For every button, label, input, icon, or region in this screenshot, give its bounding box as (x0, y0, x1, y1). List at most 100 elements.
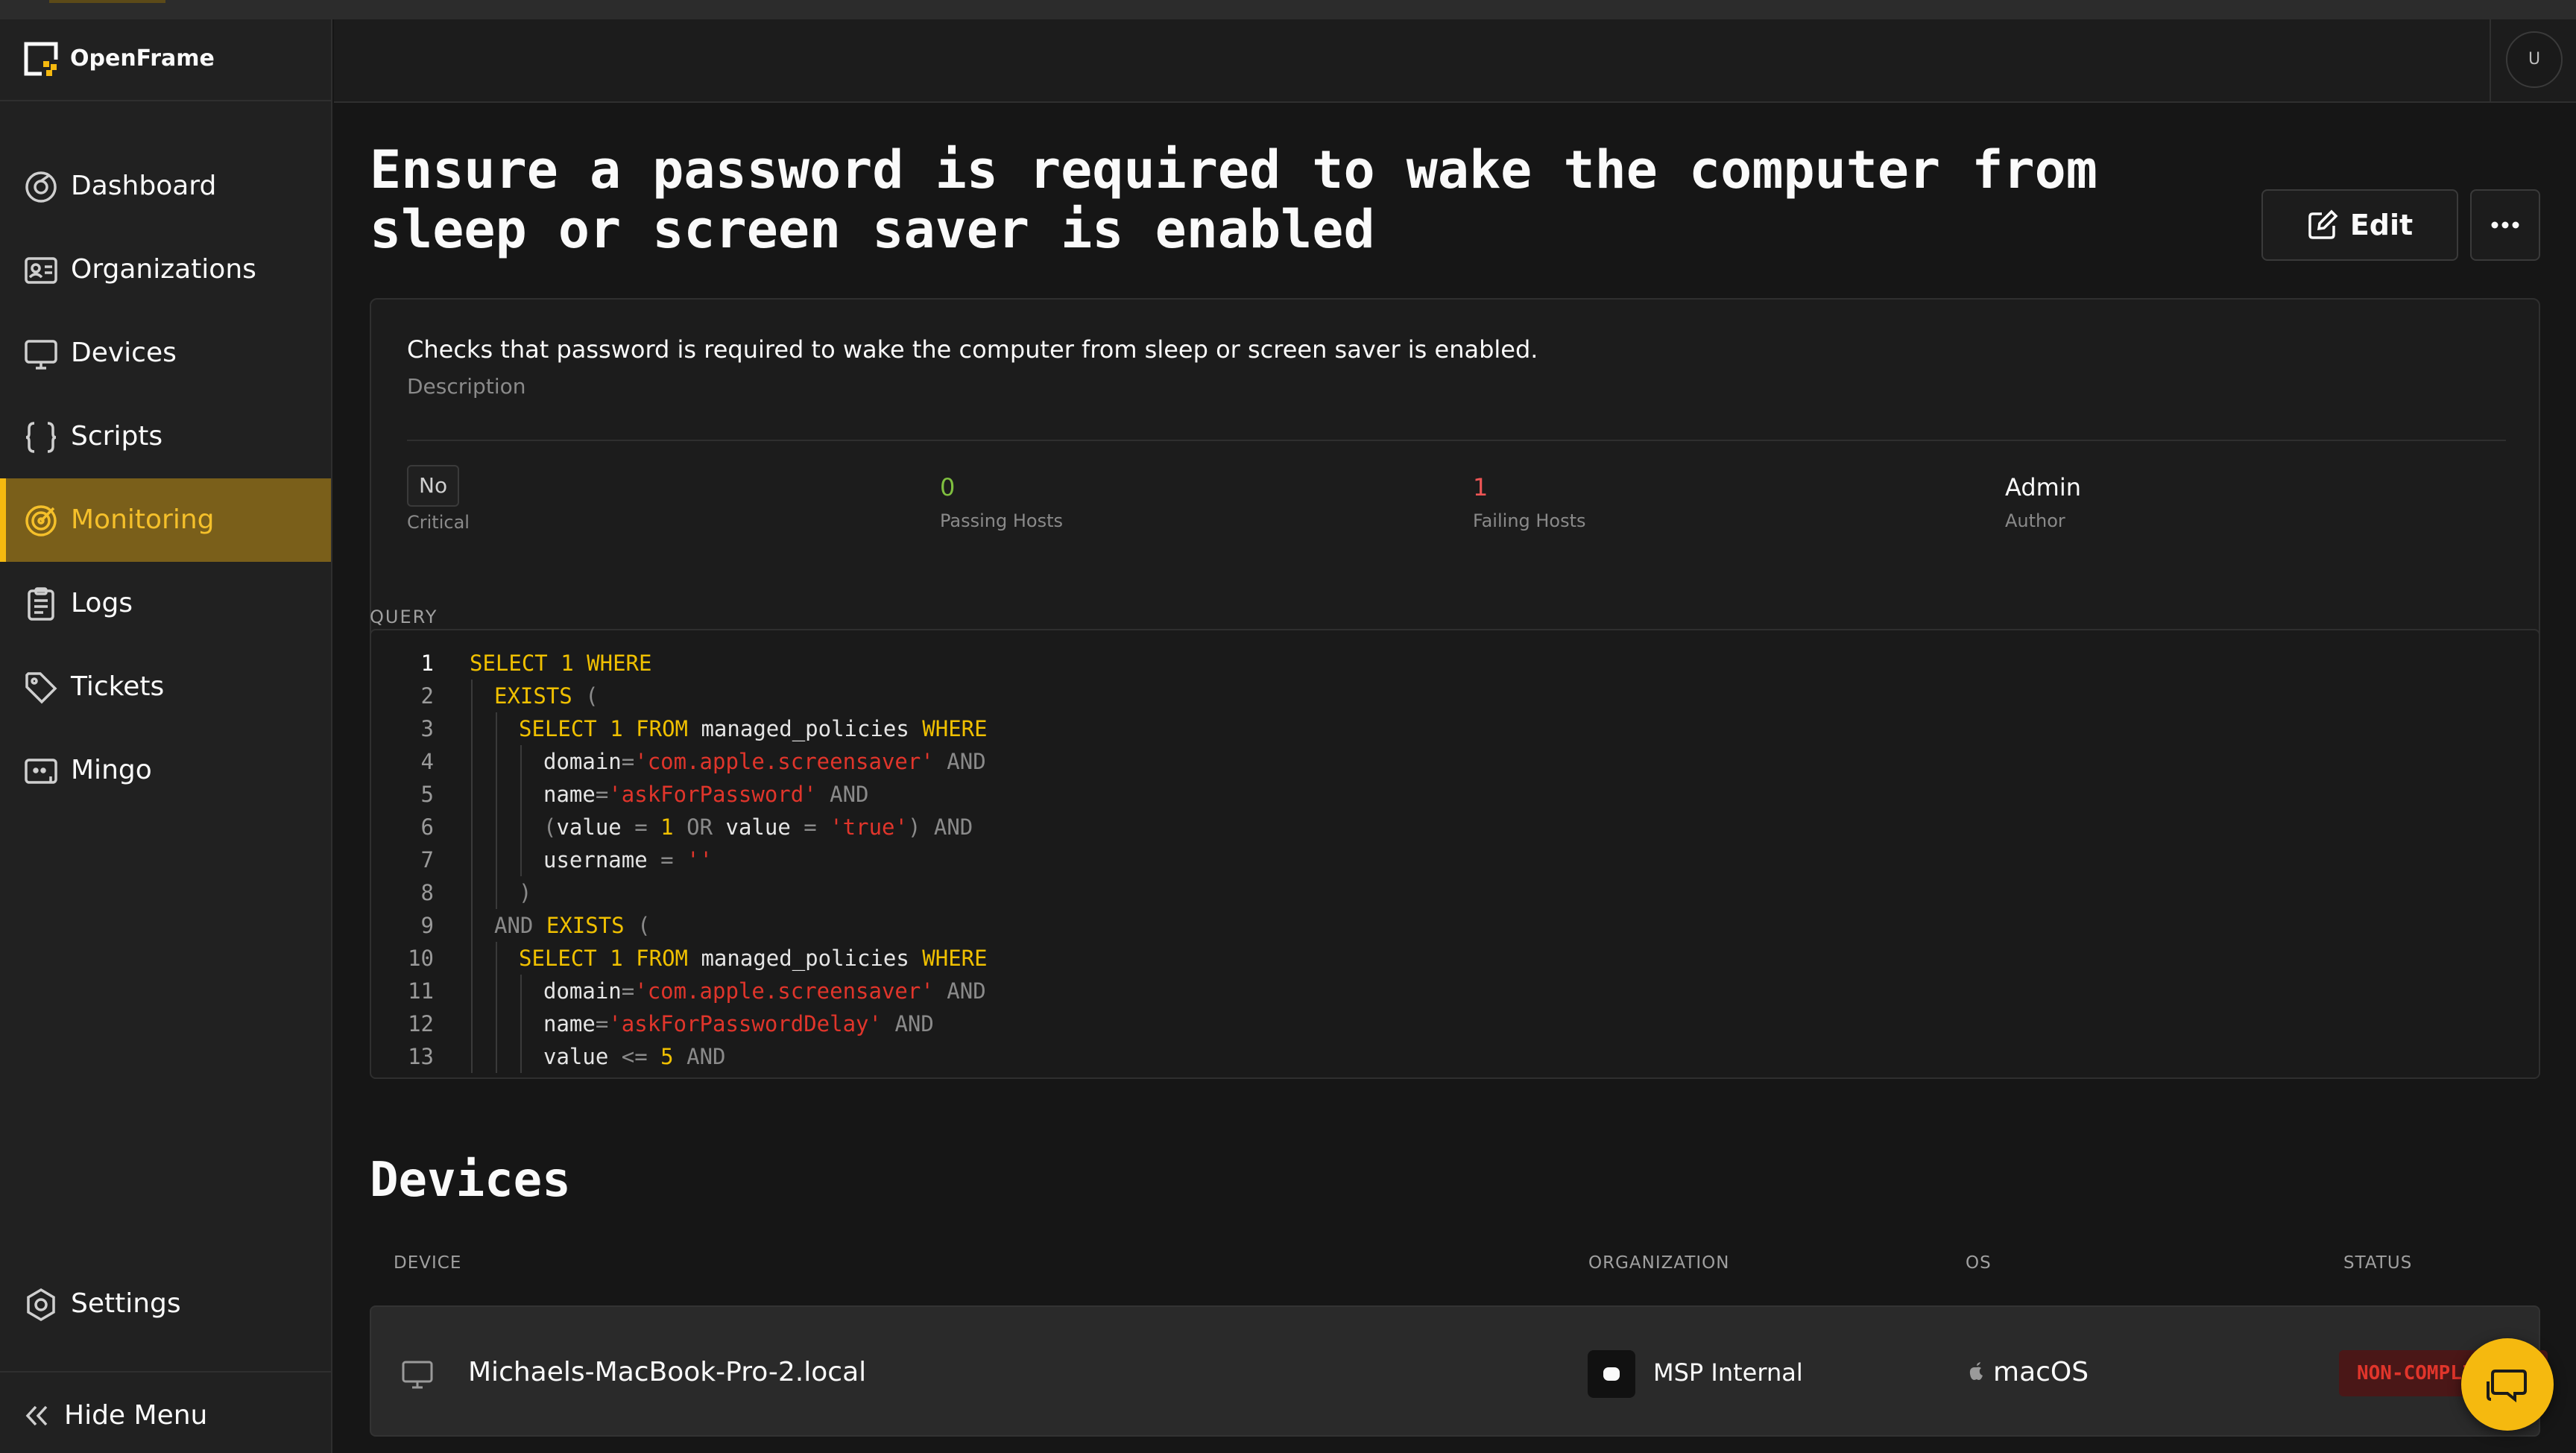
sidebar-item-tickets[interactable]: Tickets (0, 645, 331, 729)
code-text: value <= 5 AND (543, 1044, 726, 1069)
chat-support-button[interactable] (2461, 1338, 2554, 1431)
sidebar-item-monitoring[interactable]: Monitoring (0, 478, 331, 562)
os-name: macOS (1993, 1357, 2089, 1387)
openframe-logo-icon (24, 42, 58, 76)
query-editor[interactable]: 1 SELECT 1 WHERE 2 EXISTS (3 SELECT 1 FROM m… (370, 629, 2540, 1079)
indent-guide (471, 843, 473, 876)
code-line: 3 SELECT 1 FROM managed_policies WHERE (371, 712, 2539, 745)
page-title: Ensure a password is required to wake th… (370, 139, 2097, 260)
line-number: 8 (420, 880, 434, 905)
code-text: (value = 1 OR value = 'true') AND (543, 814, 973, 840)
indent-guide (520, 778, 522, 811)
code-text: SELECT 1 WHERE (470, 650, 652, 676)
sidebar-item-label: Settings (71, 1288, 181, 1319)
organizations-icon (25, 257, 57, 284)
passing-hosts-value: 0 (940, 473, 956, 501)
code-text: AND EXISTS ( (494, 913, 651, 938)
more-options-button[interactable] (2470, 189, 2540, 261)
code-line: 11 domain='com.apple.screensaver' AND (371, 975, 2539, 1007)
code-line: 5 name='askForPassword' AND (371, 778, 2539, 811)
code-line: 2 EXISTS ( (371, 680, 2539, 712)
chat-bot-icon (25, 759, 57, 784)
indent-guide (496, 778, 497, 811)
sidebar-item-organizations[interactable]: Organizations (0, 228, 331, 311)
sidebar-item-label: Tickets (71, 671, 165, 702)
stat-failing-hosts: 1 Failing Hosts (1473, 469, 1586, 534)
target-icon (25, 505, 57, 536)
sidebar-item-scripts[interactable]: Scripts (0, 395, 331, 478)
line-number: 9 (420, 913, 434, 938)
code-line: 8) (371, 876, 2539, 909)
code-line: 7 username = '' (371, 843, 2539, 876)
main-content: Ensure a password is required to wake th… (334, 103, 2576, 1453)
sidebar-item-label: Logs (71, 588, 133, 618)
indent-guide (496, 1007, 497, 1040)
indent-guide (520, 1040, 522, 1073)
topbar-divider (2490, 19, 2491, 101)
code-line: 9 AND EXISTS ( (371, 909, 2539, 942)
indent-guide (471, 680, 473, 712)
table-row[interactable]: Michaels-MacBook-Pro-2.local MSP Interna… (370, 1305, 2548, 1437)
sidebar-item-devices[interactable]: Devices (0, 311, 331, 395)
indent-guide (496, 1040, 497, 1073)
indent-guide (471, 909, 473, 942)
stat-author: Admin Author (2005, 469, 2081, 534)
gear-icon (27, 1288, 55, 1322)
top-bar: U (334, 19, 2576, 103)
code-line: 1 SELECT 1 WHERE (371, 647, 2539, 680)
dashboard-icon (25, 171, 57, 203)
column-header-organization: ORGANIZATION (1588, 1253, 1730, 1273)
sidebar-item-label: Scripts (71, 421, 163, 452)
line-number: 6 (420, 814, 434, 840)
code-line: 4 domain='com.apple.screensaver' AND (371, 745, 2539, 778)
code-line: 12 name='askForPasswordDelay' AND (371, 1007, 2539, 1040)
avatar[interactable]: U (2506, 31, 2563, 88)
window-top-strip (0, 0, 2576, 19)
sidebar-item-mingo[interactable]: Mingo (0, 729, 331, 812)
edit-button[interactable]: Edit (2261, 189, 2458, 261)
app-name: OpenFrame (70, 45, 215, 72)
line-number: 2 (420, 683, 434, 709)
line-number: 13 (408, 1044, 434, 1069)
code-text: ) (519, 880, 532, 905)
indent-guide (520, 811, 522, 843)
indent-guide (471, 745, 473, 778)
edit-icon (2308, 209, 2338, 239)
line-number: 4 (420, 749, 434, 774)
sidebar-item-label: Mingo (71, 755, 152, 785)
failing-hosts-label: Failing Hosts (1473, 510, 1586, 531)
indent-guide (471, 1040, 473, 1073)
column-header-device: DEVICE (394, 1253, 462, 1273)
chat-bubble-icon (2487, 1370, 2527, 1403)
sidebar-item-dashboard[interactable]: Dashboard (0, 145, 331, 228)
hide-menu-button[interactable]: Hide Menu (0, 1371, 331, 1453)
indent-guide (471, 811, 473, 843)
brand[interactable]: OpenFrame (0, 19, 332, 101)
sidebar-item-label: Devices (71, 338, 177, 368)
line-number: 10 (408, 946, 434, 971)
line-number: 5 (420, 782, 434, 807)
indent-guide (496, 712, 497, 745)
indent-guide (520, 843, 522, 876)
indent-guide (496, 843, 497, 876)
code-line: 6 (value = 1 OR value = 'true') AND (371, 811, 2539, 843)
monitor-icon (402, 1361, 433, 1389)
braces-icon (25, 422, 57, 453)
indent-guide (520, 975, 522, 1007)
edit-button-label: Edit (2349, 209, 2414, 241)
code-text: domain='com.apple.screensaver' AND (543, 749, 986, 774)
organization-logo-icon (1588, 1350, 1635, 1398)
passing-hosts-label: Passing Hosts (940, 510, 1063, 531)
indent-guide (471, 975, 473, 1007)
failing-hosts-value: 1 (1473, 473, 1489, 501)
indent-guide (471, 778, 473, 811)
indent-guide (471, 876, 473, 909)
sidebar-item-settings[interactable]: Settings (0, 1262, 331, 1346)
devices-section-title: Devices (370, 1153, 571, 1208)
org-mark-icon (1603, 1367, 1620, 1381)
sidebar-item-label: Dashboard (71, 171, 217, 201)
code-text: username = '' (543, 847, 713, 873)
sidebar-item-logs[interactable]: Logs (0, 562, 331, 645)
device-name[interactable]: Michaels-MacBook-Pro-2.local (468, 1353, 866, 1392)
code-text: name='askForPasswordDelay' AND (543, 1011, 934, 1036)
